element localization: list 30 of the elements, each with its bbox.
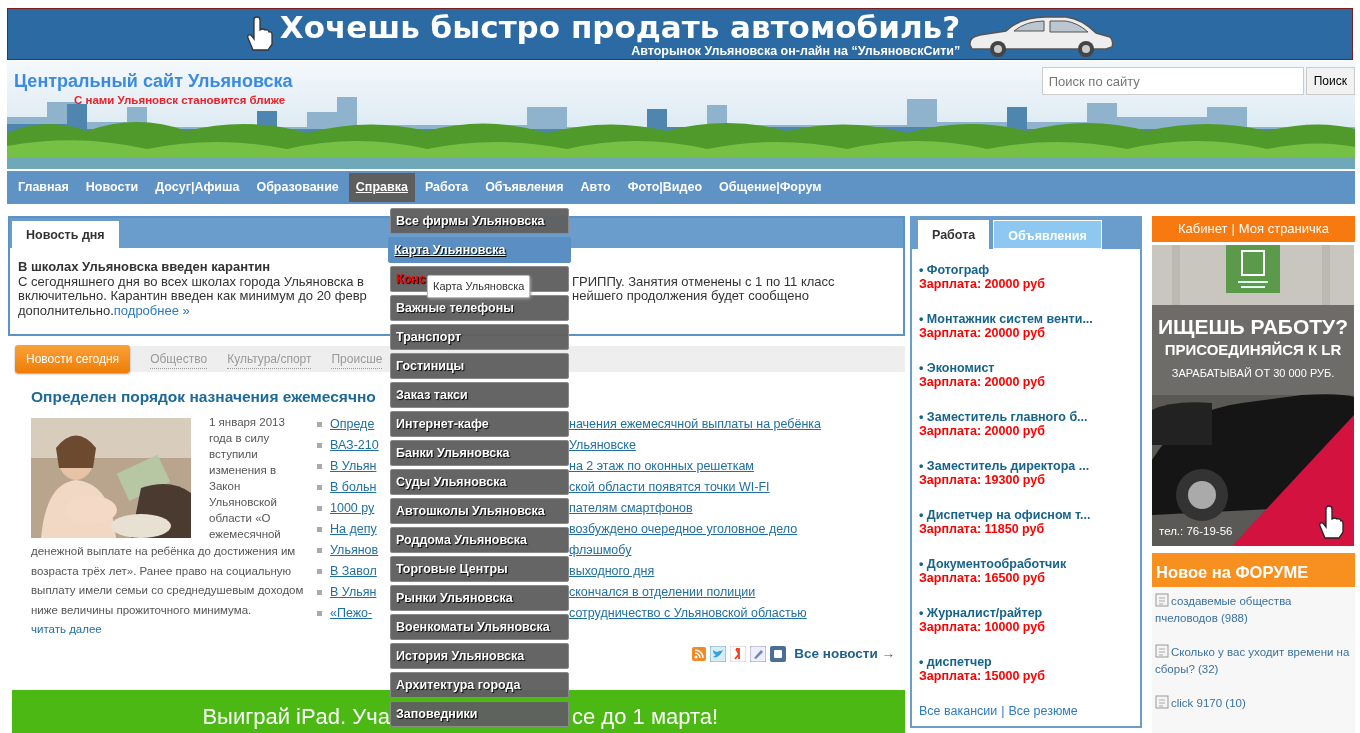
separator-text: | (1231, 220, 1235, 239)
ad-headline: ИЩЕШЬ РАБОТУ? (1157, 314, 1349, 340)
site-tagline: С нами Ульяновск становится ближе (74, 93, 286, 108)
news-headline: В школах Ульяновска введен карантин (18, 259, 271, 274)
article-date: 1 января 2013 (209, 415, 286, 431)
salary-text: Зарплата: 16500 руб (919, 571, 1046, 585)
salary-text: Зарплата: 20000 руб (919, 277, 1046, 291)
article-text: денежной выплате на ребёнка до достижения им возраста трёх лет». Ранее право на социальную выплату имели семьи со среднедушевым доходом ниже величины прожиточного минимума. (31, 545, 304, 616)
news-text: ГРИППу. Занятия отменены с 1 по 11 класс (572, 274, 835, 289)
salary-text: Зарплата: 20000 руб (919, 375, 1046, 389)
news-text: С сегодняшнего дня во всех школах города Ульяновска в (18, 274, 365, 289)
news-text: включительно. Карантин введен как минимум до 20 февр (18, 289, 368, 304)
forum-heading: Новое на ФОРУМЕ (1152, 553, 1355, 587)
banner-subline: Авторынок Ульяновска он-лайн на “УльяновскСити” (631, 44, 961, 58)
salary-text: Зарплата: 11850 руб (919, 522, 1046, 536)
salary-text: Зарплата: 20000 руб (919, 326, 1046, 340)
news-text: нейшего продолжения будет сообщено (572, 289, 809, 304)
salary-text: Зарплата: 19300 руб (919, 473, 1046, 487)
salary-text: Зарплата: 20000 руб (919, 424, 1046, 438)
news-text: дополнительно. (18, 302, 114, 318)
promo-text: Выиграй iPad. Уча (201, 702, 390, 731)
article-text: года в силу вступили изменения в Закон Ульяновской области «О ежемесячной (209, 431, 282, 543)
tooltip: Карта Ульяновска (427, 275, 531, 298)
ad-phone: тел.: 76-19-56 (1159, 524, 1233, 539)
ad-offer: ЗАРАБАТЫВАЙ ОТ 30 000 РУБ. (1170, 366, 1336, 381)
salary-text: Зарплата: 10000 руб (919, 620, 1046, 634)
separator-text: | (1001, 704, 1005, 718)
salary-text: Зарплата: 15000 руб (919, 669, 1046, 683)
promo-text: се до 1 марта! (572, 702, 719, 731)
ad-subline: ПРИСОЕДИНЯЙСЯ К LR (1163, 340, 1343, 360)
